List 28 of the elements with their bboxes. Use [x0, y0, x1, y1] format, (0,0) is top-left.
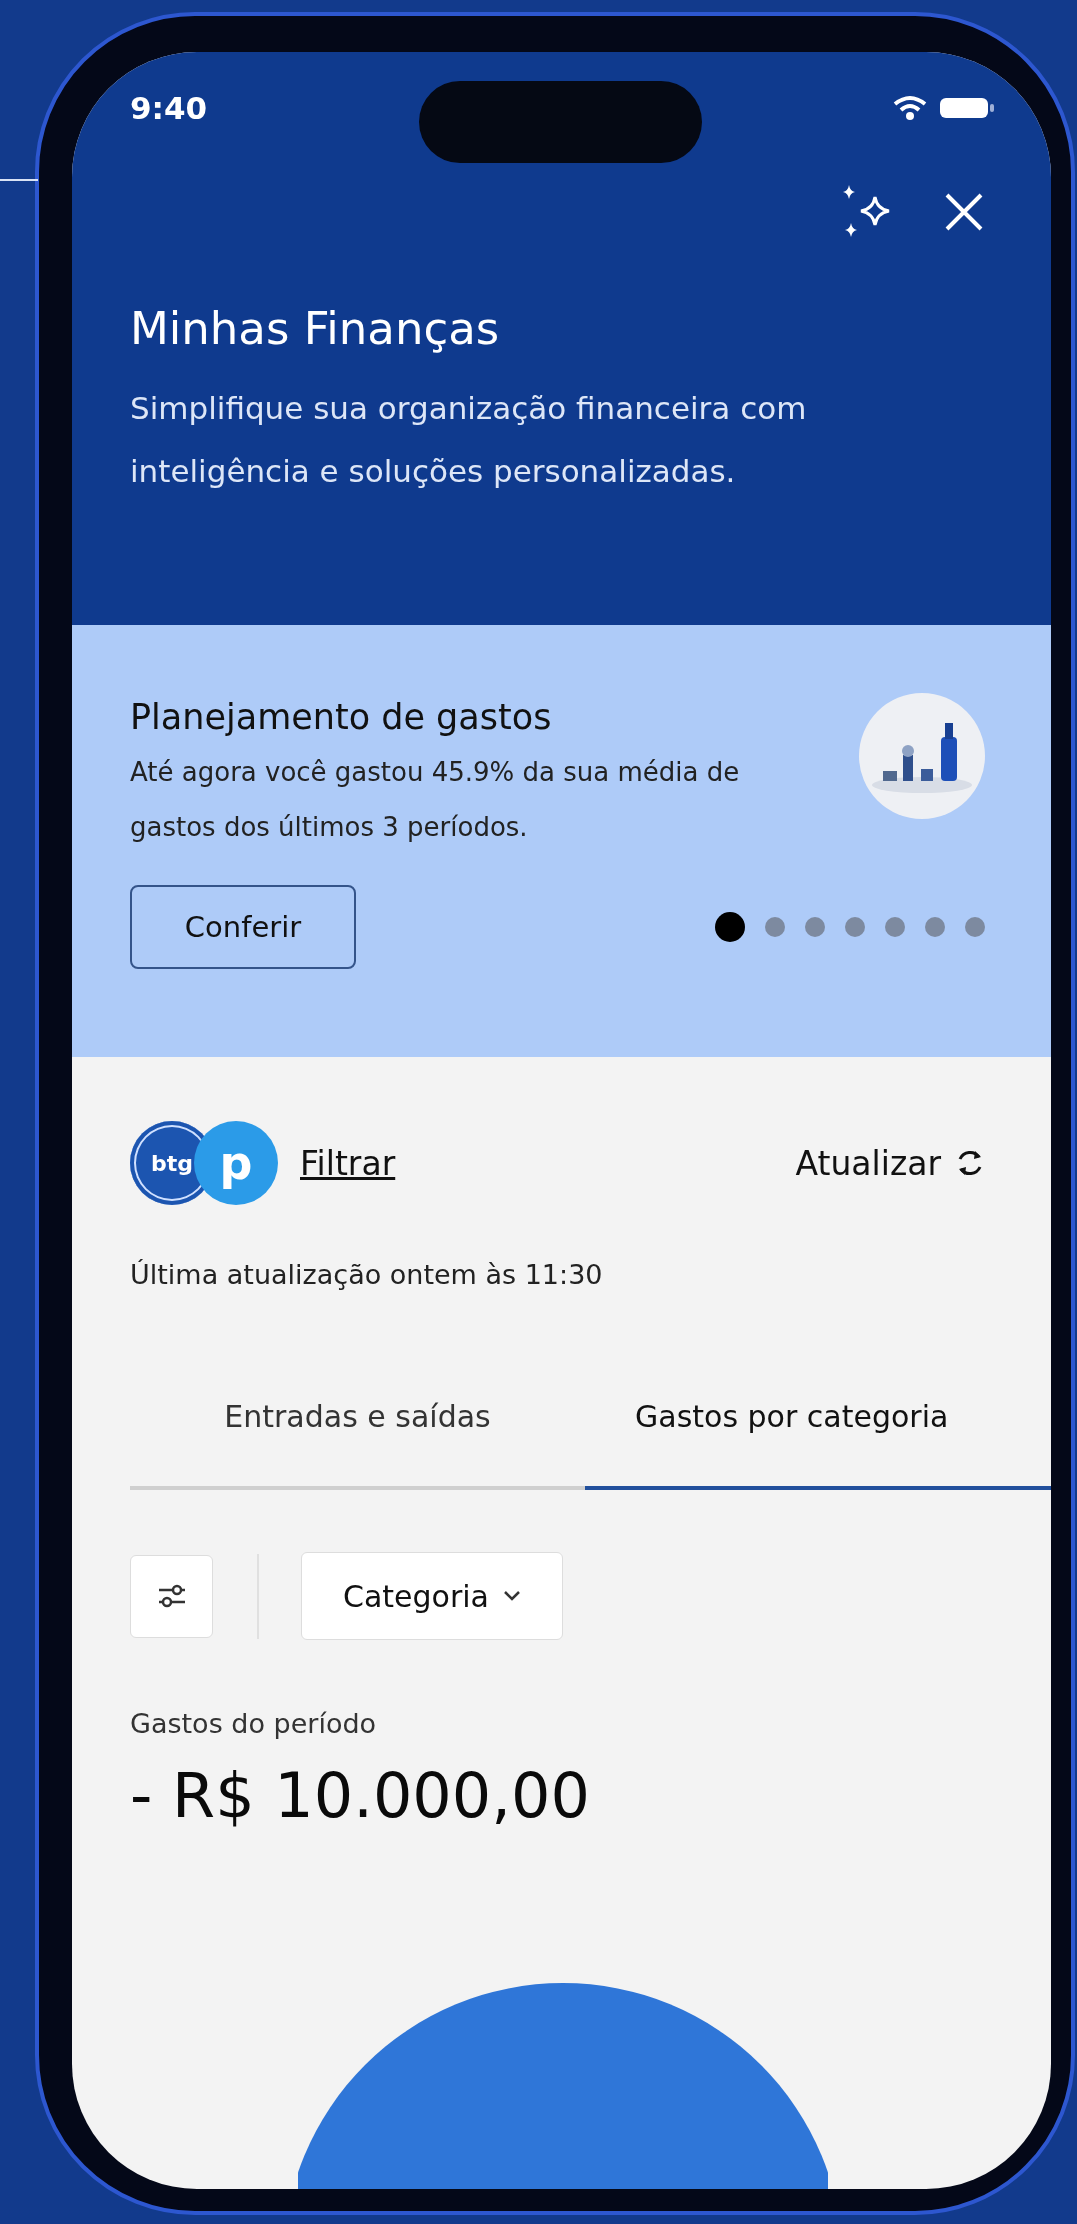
refresh-button[interactable]: Atualizar	[795, 1143, 985, 1183]
check-button[interactable]: Conferir	[130, 885, 356, 969]
close-icon[interactable]	[943, 191, 985, 233]
page-subtitle: Simplifique sua organização financeira com inteligência e soluções personalizadas.	[130, 389, 808, 491]
carousel-dot[interactable]	[965, 917, 985, 937]
period-label: Gastos do período	[130, 1708, 378, 1739]
carousel-dot[interactable]	[925, 917, 945, 937]
category-dropdown[interactable]: Categoria	[301, 1552, 563, 1640]
last-update-text: Última atualização ontem às 11:30	[130, 1259, 604, 1290]
carousel-dot[interactable]	[765, 917, 785, 937]
chevron-down-icon	[503, 1590, 521, 1602]
card-title: Planejamento de gastos	[130, 697, 553, 737]
page-title: Minhas Finanças	[130, 302, 501, 355]
carousel-dot[interactable]	[805, 917, 825, 937]
carousel-dot[interactable]	[715, 912, 745, 942]
carousel-dot[interactable]	[845, 917, 865, 937]
status-time: 9:40	[130, 90, 208, 126]
battery-icon	[939, 96, 995, 120]
filter-settings-button[interactable]	[130, 1554, 213, 1638]
period-amount: - R$ 10.000,00	[130, 1759, 591, 1832]
wifi-icon	[893, 95, 927, 121]
tab[interactable]: Gastos por categoria	[585, 1380, 1051, 1490]
tab[interactable]: Entradas e saídas	[130, 1380, 585, 1490]
sliders-icon	[156, 1583, 187, 1609]
filter-link[interactable]: Filtrar	[300, 1143, 396, 1183]
card-text: Até agora você gastou 45.9% da sua média de gastos dos últimos 3 períodos.	[130, 756, 741, 844]
logo-text: p	[194, 1121, 278, 1205]
carousel-dot[interactable]	[885, 917, 905, 937]
